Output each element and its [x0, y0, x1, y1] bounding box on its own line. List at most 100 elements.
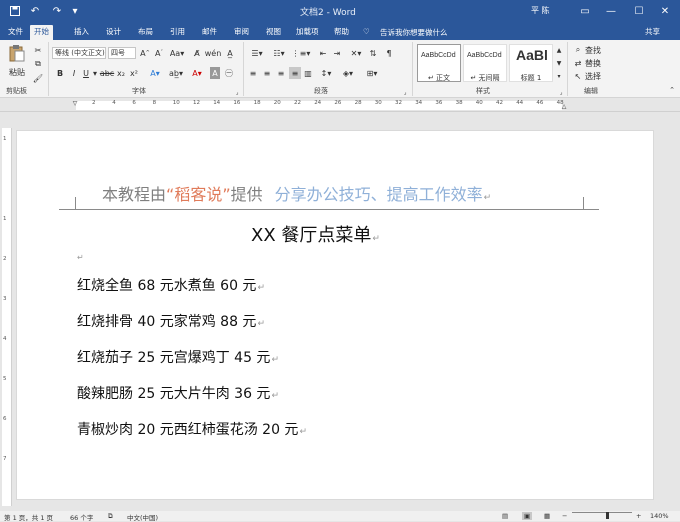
- tab-mailings[interactable]: 邮件: [198, 25, 221, 40]
- ruler-number: 32: [395, 100, 402, 106]
- find-icon[interactable]: ⌕: [574, 44, 582, 56]
- strikethrough-icon[interactable]: abc: [100, 67, 114, 79]
- menu-line[interactable]: 红烧全鱼 68 元水煮鱼 60 元↵: [77, 275, 265, 295]
- font-color-icon[interactable]: A▾: [190, 67, 204, 79]
- phonetic-guide-icon[interactable]: wén: [205, 47, 222, 59]
- styles-more-icon[interactable]: ▾: [555, 70, 563, 82]
- bold-icon[interactable]: B: [56, 67, 64, 79]
- superscript-icon[interactable]: x²: [130, 67, 138, 79]
- chinese-layout-icon[interactable]: ✕▾: [348, 47, 364, 59]
- font-name-combo[interactable]: 等线 (中文正文): [52, 47, 106, 59]
- line-spacing-icon[interactable]: ↕▾: [318, 67, 334, 79]
- zoom-in-button[interactable]: +: [636, 512, 641, 520]
- style-no-spacing[interactable]: AaBbCcDd ↵ 无间隔: [463, 44, 507, 82]
- subscript-icon[interactable]: x₂: [117, 67, 125, 79]
- underline-icon[interactable]: U: [82, 67, 90, 79]
- tab-view[interactable]: 视图: [262, 25, 285, 40]
- find-button[interactable]: 查找: [585, 44, 609, 56]
- highlight-icon[interactable]: ab̲▾: [168, 67, 184, 79]
- tab-help[interactable]: 帮助: [330, 25, 353, 40]
- ruler-number: 44: [516, 100, 524, 106]
- user-name[interactable]: 平 陈: [531, 5, 550, 16]
- align-center-icon[interactable]: ≡: [262, 67, 272, 79]
- read-mode-icon[interactable]: ▤: [502, 512, 508, 520]
- save-icon[interactable]: [8, 4, 22, 18]
- clear-formatting-icon[interactable]: A̸: [192, 47, 202, 59]
- tab-addins[interactable]: 加载项: [292, 25, 323, 40]
- distributed-icon[interactable]: ▥: [303, 67, 313, 79]
- underline-dropdown-icon[interactable]: ▾: [92, 67, 98, 79]
- font-size-combo[interactable]: 四号: [108, 47, 136, 59]
- zoom-out-button[interactable]: −: [562, 512, 567, 520]
- paste-button-label[interactable]: 粘贴: [7, 66, 27, 78]
- bullets-icon[interactable]: ☰▾: [248, 47, 266, 59]
- show-marks-icon[interactable]: ¶: [384, 47, 394, 59]
- style-heading-1[interactable]: AaBl 标题 1: [509, 44, 553, 82]
- menu-title[interactable]: XX 餐厅点菜单↵: [251, 221, 380, 247]
- style-normal[interactable]: AaBbCcDd ↵ 正文: [417, 44, 461, 82]
- tab-references[interactable]: 引用: [166, 25, 189, 40]
- menu-line[interactable]: 红烧排骨 40 元家常鸡 88 元↵: [77, 311, 265, 331]
- paste-icon[interactable]: [8, 44, 26, 62]
- tab-file[interactable]: 文件: [4, 25, 27, 40]
- justify-icon[interactable]: ≡: [289, 67, 301, 79]
- tab-insert[interactable]: 插入: [70, 25, 93, 40]
- undo-icon[interactable]: ↶: [28, 4, 42, 18]
- grow-font-icon[interactable]: A ^: [140, 47, 150, 59]
- zoom-level[interactable]: 140%: [650, 512, 669, 520]
- tab-layout[interactable]: 布局: [134, 25, 157, 40]
- shrink-font-icon[interactable]: Aˇ: [154, 47, 164, 59]
- replace-icon[interactable]: ⇄: [574, 57, 582, 69]
- tell-me-search[interactable]: 告诉我你想要做什么: [380, 27, 448, 38]
- text-effects-icon[interactable]: A▾: [148, 67, 162, 79]
- select-icon[interactable]: ↖: [574, 70, 582, 82]
- close-button[interactable]: ✕: [654, 3, 676, 19]
- enclose-characters-icon[interactable]: ㊀: [224, 67, 234, 79]
- first-line-indent-marker-icon[interactable]: ▽: [71, 99, 79, 107]
- character-shading-icon[interactable]: A: [210, 67, 220, 79]
- document-page[interactable]: 本教程由“稻客说”提供 分享办公技巧、提高工作效率↵ XX 餐厅点菜单↵ ↵ 红烧…: [16, 130, 654, 500]
- decrease-indent-icon[interactable]: ⇤: [318, 47, 328, 59]
- proofing-icon[interactable]: ⧉: [108, 512, 113, 521]
- align-right-icon[interactable]: ≡: [276, 67, 286, 79]
- paragraph-dialog-launcher-icon[interactable]: ⌟: [402, 86, 408, 98]
- format-painter-icon[interactable]: 🖌: [32, 72, 44, 84]
- italic-icon[interactable]: I: [70, 67, 78, 79]
- replace-button[interactable]: 替换: [585, 57, 609, 69]
- ribbon-display-icon[interactable]: ▭: [574, 3, 596, 19]
- zoom-slider-track[interactable]: [572, 512, 632, 513]
- styles-dialog-launcher-icon[interactable]: ⌟: [558, 86, 564, 98]
- change-case-icon[interactable]: Aa▾: [170, 47, 184, 59]
- tab-home[interactable]: 开始: [30, 25, 53, 40]
- collapse-ribbon-icon[interactable]: ⌃: [668, 84, 676, 96]
- minimize-button[interactable]: —: [600, 3, 622, 19]
- tab-design[interactable]: 设计: [102, 25, 125, 40]
- copy-icon[interactable]: ⧉: [32, 58, 44, 70]
- character-border-icon[interactable]: A̲: [225, 47, 235, 59]
- sort-icon[interactable]: ⇅: [368, 47, 378, 59]
- zoom-slider-thumb[interactable]: [606, 512, 609, 519]
- print-layout-icon[interactable]: ▣: [522, 512, 533, 520]
- font-dialog-launcher-icon[interactable]: ⌟: [234, 86, 240, 98]
- align-left-icon[interactable]: ≡: [248, 67, 258, 79]
- numbering-icon[interactable]: ☷▾: [270, 47, 288, 59]
- redo-icon[interactable]: ↷: [50, 4, 64, 18]
- maximize-button[interactable]: ☐: [628, 3, 650, 19]
- menu-line[interactable]: 红烧茄子 25 元宫爆鸡丁 45 元↵: [77, 347, 279, 367]
- page-header[interactable]: 本教程由“稻客说”提供 分享办公技巧、提高工作效率↵: [102, 181, 491, 205]
- shading-icon[interactable]: ◈▾: [340, 67, 356, 79]
- horizontal-ruler[interactable]: ▽ △ 2 4 6 8 10 12 14 16 18 20 22 24 26 28 30 32 34 36 38 40…: [0, 98, 680, 112]
- multilevel-list-icon[interactable]: ⋮≡▾: [292, 47, 311, 59]
- increase-indent-icon[interactable]: ⇥: [332, 47, 342, 59]
- web-layout-icon[interactable]: ▦: [544, 512, 550, 520]
- menu-line[interactable]: 酸辣肥肠 25 元大片牛肉 36 元↵: [77, 383, 279, 403]
- select-button[interactable]: 选择: [585, 70, 609, 82]
- styles-scroll-down-icon[interactable]: ▼: [555, 57, 563, 69]
- tab-review[interactable]: 审阅: [230, 25, 253, 40]
- cut-icon[interactable]: ✂: [32, 44, 44, 56]
- borders-icon[interactable]: ⊞▾: [364, 67, 380, 79]
- customize-quick-access-icon[interactable]: ▾: [68, 4, 82, 18]
- styles-scroll-up-icon[interactable]: ▲: [555, 44, 563, 56]
- menu-line[interactable]: 青椒炒肉 20 元西红柿蛋花汤 20 元↵: [77, 419, 307, 439]
- share-button[interactable]: 共享: [645, 26, 660, 37]
